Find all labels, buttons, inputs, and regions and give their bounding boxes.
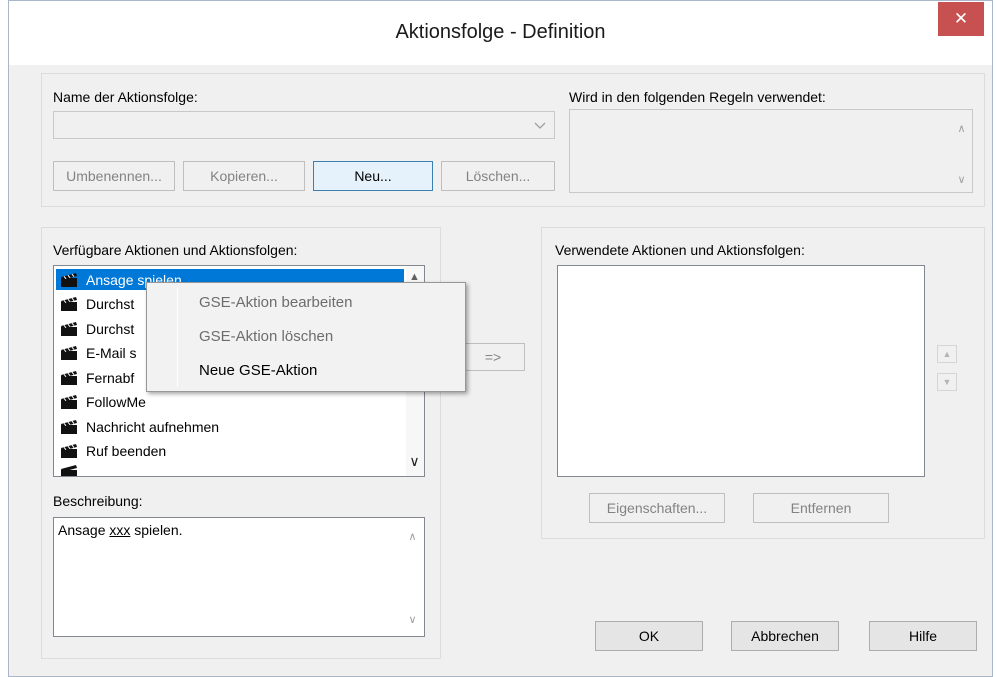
list-item-label: FollowMe — [86, 394, 146, 410]
move-up-button[interactable]: ▲ — [937, 345, 957, 363]
description-box[interactable]: Ansage xxx spielen. ∧ ∨ — [53, 517, 425, 637]
list-item-label: Durchst — [86, 320, 135, 337]
properties-button[interactable]: Eigenschaften... — [589, 493, 725, 523]
description-text-part: Ansage — [58, 522, 110, 538]
move-down-button[interactable]: ▼ — [937, 373, 957, 391]
used-in-rules-label: Wird in den folgenden Regeln verwendet: — [569, 89, 826, 105]
context-menu-icon-column — [177, 287, 178, 387]
used-in-rules-list[interactable]: ∧ ∨ — [569, 109, 973, 193]
list-item-partial — [56, 464, 86, 476]
scroll-down-icon[interactable]: ∨ — [953, 171, 970, 188]
remove-button[interactable]: Entfernen — [753, 493, 889, 523]
sequence-name-combo[interactable] — [53, 111, 555, 139]
clapperboard-icon — [61, 346, 77, 360]
context-menu-item-delete[interactable]: GSE-Aktion löschen — [199, 325, 333, 349]
list-item-label: Fernabf — [86, 369, 135, 386]
scroll-down-icon[interactable]: ∨ — [404, 611, 421, 628]
description-text: Ansage xxx spielen. — [58, 522, 183, 538]
delete-button[interactable]: Löschen... — [441, 161, 555, 191]
chevron-down-icon — [534, 122, 546, 129]
rename-button[interactable]: Umbenennen... — [53, 161, 175, 191]
scroll-up-icon[interactable]: ∧ — [953, 120, 970, 137]
clapperboard-icon — [61, 370, 77, 385]
add-action-button[interactable]: => — [461, 343, 525, 371]
list-item-label: Ruf beenden — [86, 443, 167, 459]
sequence-name-label: Name der Aktionsfolge: — [53, 89, 198, 105]
description-label: Beschreibung: — [53, 493, 143, 509]
close-icon: ✕ — [953, 9, 969, 28]
clapperboard-icon — [61, 395, 77, 409]
arrow-up-icon: ▲ — [942, 349, 952, 359]
clapperboard-icon — [61, 297, 77, 311]
dialog-title: Aktionsfolge - Definition — [395, 21, 606, 43]
scroll-up-icon[interactable]: ∧ — [404, 528, 421, 545]
clapperboard-icon — [61, 272, 77, 287]
used-actions-label: Verwendete Aktionen und Aktionsfolgen: — [555, 242, 805, 258]
description-text-part: spielen. — [130, 522, 183, 538]
clapperboard-icon — [61, 321, 77, 336]
list-item[interactable]: FollowMe — [56, 392, 404, 413]
arrow-down-icon: ▼ — [942, 377, 952, 387]
description-text-placeholder: xxx — [109, 522, 131, 538]
list-item[interactable]: Nachricht aufnehmen — [56, 416, 404, 437]
cancel-button[interactable]: Abbrechen — [731, 621, 839, 651]
used-actions-list[interactable] — [557, 265, 925, 477]
available-actions-label: Verfügbare Aktionen und Aktionsfolgen: — [53, 242, 298, 258]
close-button[interactable]: ✕ — [938, 2, 984, 36]
context-menu-item-new[interactable]: Neue GSE-Aktion — [199, 359, 317, 383]
clapperboard-icon — [61, 444, 77, 458]
list-item-label: E-Mail s — [86, 345, 137, 361]
list-item-label: Nachricht aufnehmen — [86, 418, 220, 435]
copy-button[interactable]: Kopieren... — [183, 161, 305, 191]
help-button[interactable]: Hilfe — [869, 621, 977, 651]
ok-button[interactable]: OK — [595, 621, 703, 651]
clapperboard-icon — [61, 419, 77, 434]
context-menu: GSE-Aktion bearbeiten GSE-Aktion löschen… — [146, 282, 466, 392]
list-item[interactable]: Ruf beenden — [56, 441, 404, 462]
clapperboard-icon — [61, 465, 77, 476]
new-button[interactable]: Neu... — [313, 161, 433, 191]
title-bar[interactable]: Aktionsfolge - Definition ✕ — [9, 1, 992, 65]
context-menu-item-edit[interactable]: GSE-Aktion bearbeiten — [199, 291, 352, 315]
scroll-down-icon[interactable]: ∨ — [406, 453, 423, 470]
list-item-label: Durchst — [86, 296, 135, 312]
